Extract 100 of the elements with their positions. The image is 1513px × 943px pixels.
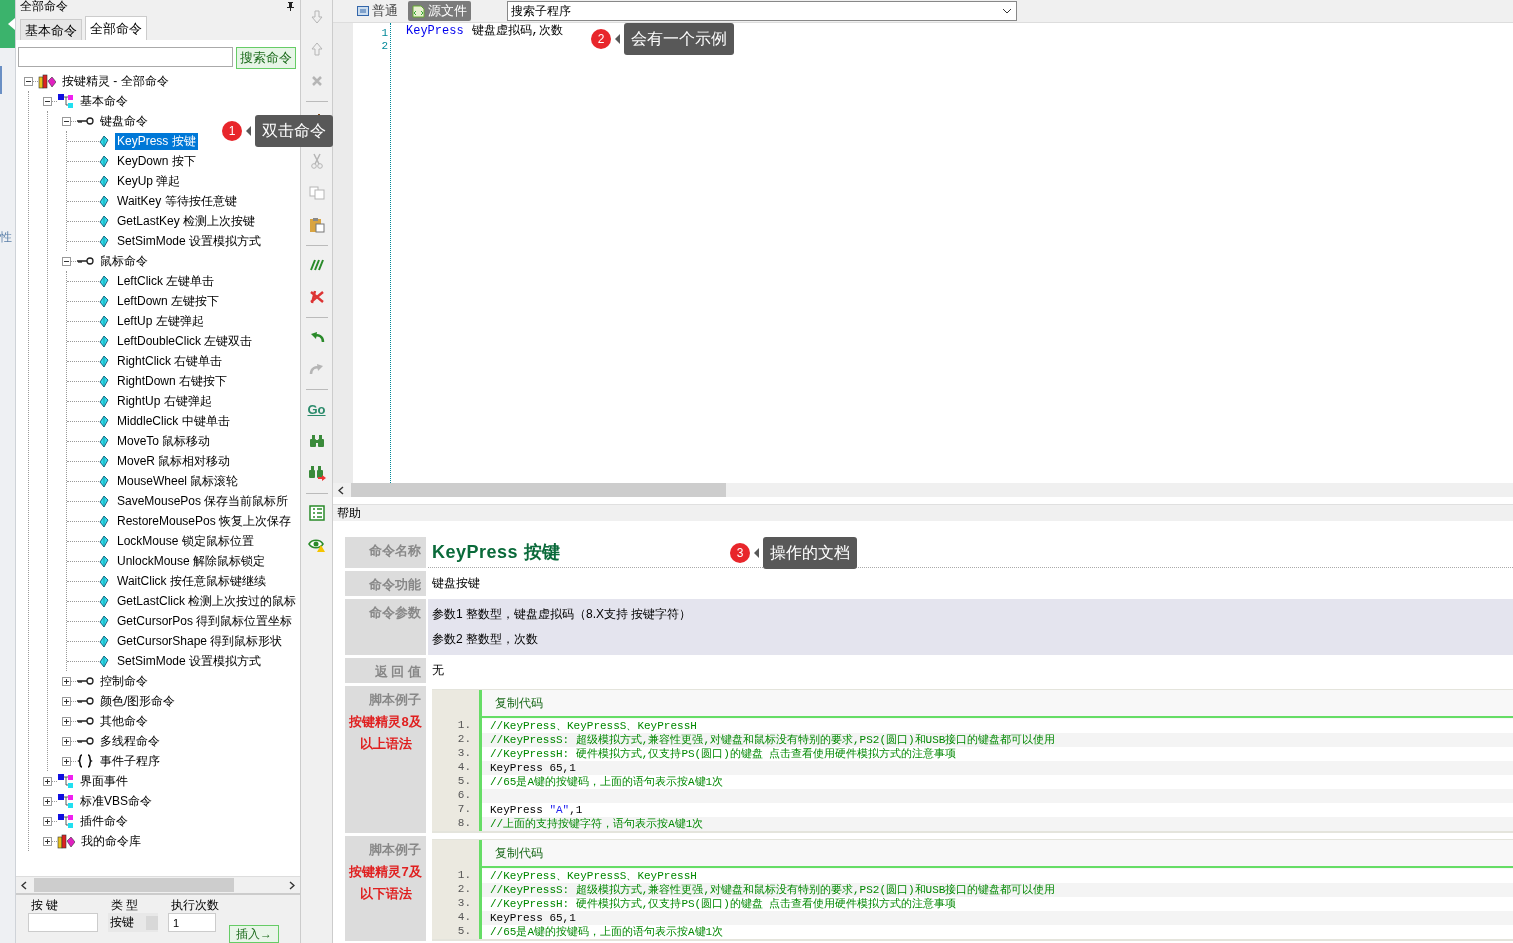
- tree-item[interactable]: MouseWheel 鼠标滚轮: [115, 472, 241, 490]
- tree-item[interactable]: 基本命令: [78, 92, 130, 110]
- tree-item[interactable]: RightDown 右键按下: [115, 372, 230, 390]
- tree-item[interactable]: LeftDown 左键按下: [115, 292, 222, 310]
- collapse-toggle-icon[interactable]: [62, 116, 71, 126]
- tree-item[interactable]: MoveTo 鼠标移动: [115, 432, 213, 450]
- tree-item[interactable]: 界面事件: [78, 772, 130, 790]
- scroll-left-icon[interactable]: [21, 880, 27, 890]
- scrollbar-thumb[interactable]: [34, 878, 234, 892]
- syntax-note: 按键精灵8及以上语法: [348, 713, 423, 753]
- diamond-icon: [99, 594, 109, 608]
- cross-icon[interactable]: [308, 290, 325, 304]
- go-button[interactable]: Go: [307, 401, 326, 417]
- expand-toggle-icon[interactable]: [43, 816, 52, 826]
- tree-item[interactable]: MoveR 鼠标相对移动: [115, 452, 233, 470]
- tree-item[interactable]: GetLastClick 检测上次按过的鼠标: [115, 592, 299, 610]
- blocks-icon: [57, 813, 74, 829]
- diamond-icon: [99, 514, 109, 528]
- view-tab[interactable]: 源文件: [408, 1, 471, 21]
- chevron-down-icon[interactable]: [1002, 8, 1012, 14]
- scroll-left-icon[interactable]: [338, 485, 344, 495]
- expand-toggle-icon[interactable]: [62, 696, 71, 706]
- source-file-icon: [412, 4, 425, 18]
- panel-title: 全部命令: [20, 0, 68, 13]
- tree-item[interactable]: 颜色/图形命令: [98, 692, 178, 710]
- tree-item[interactable]: RightUp 右键弹起: [115, 392, 214, 410]
- expand-toggle-icon[interactable]: [62, 676, 71, 686]
- eye-warning-icon[interactable]: [307, 537, 326, 553]
- expand-toggle-icon[interactable]: [62, 716, 71, 726]
- tree-item[interactable]: 事件子程序: [98, 752, 162, 770]
- tree-item[interactable]: RestoreMousePos 恢复上次保存: [115, 512, 294, 530]
- diamond-icon: [99, 154, 109, 168]
- line-number: 8.: [456, 816, 472, 830]
- line-number: 7.: [456, 802, 472, 816]
- tree-item[interactable]: WaitClick 按任意鼠标键继续: [115, 572, 268, 590]
- expand-toggle-icon[interactable]: [62, 756, 71, 766]
- code-token: 键盘虚拟码,次数: [471, 25, 563, 38]
- tree-item[interactable]: 标准VBS命令: [78, 792, 154, 810]
- tree-item[interactable]: KeyUp 弹起: [115, 172, 183, 190]
- search-button[interactable]: 搜索命令: [236, 47, 296, 69]
- binoculars-arrow-icon[interactable]: [307, 465, 326, 481]
- view-tab[interactable]: 普通: [353, 1, 402, 21]
- diamond-icon: [99, 394, 109, 408]
- tree-item[interactable]: 其他命令: [98, 712, 150, 730]
- braces-icon: [76, 753, 94, 769]
- scrollbar-thumb[interactable]: [351, 483, 726, 497]
- field-label: 返 回 值: [345, 658, 426, 683]
- callout-tooltip: 会有一个示例: [624, 23, 734, 55]
- diamond-icon: [99, 454, 109, 468]
- tree-item[interactable]: 按键精灵 - 全部命令: [60, 72, 171, 90]
- tooltip-pointer-icon: [246, 126, 251, 136]
- tree-item[interactable]: GetCursorShape 得到鼠标形状: [115, 632, 285, 650]
- blocks-icon: [57, 93, 74, 109]
- binoculars-icon[interactable]: [308, 434, 325, 448]
- pin-icon[interactable]: [287, 2, 294, 11]
- tree-item[interactable]: LeftClick 左键单击: [115, 272, 217, 290]
- expand-toggle-icon[interactable]: [43, 776, 52, 786]
- search-field[interactable]: [18, 47, 233, 67]
- tree-item[interactable]: GetCursorPos 得到鼠标位置坐标: [115, 612, 295, 630]
- clipboard-icon[interactable]: [308, 217, 325, 233]
- type-dropdown[interactable]: 按键: [108, 913, 158, 932]
- tree-item[interactable]: SetSimMode 设置模拟方式: [115, 232, 264, 250]
- field-label: 命令参数: [345, 599, 426, 655]
- tree-item[interactable]: GetLastKey 检测上次按键: [115, 212, 258, 230]
- scroll-right-icon[interactable]: [289, 880, 295, 890]
- procedure-dropdown[interactable]: 搜索子程序: [507, 1, 1017, 21]
- tree-item[interactable]: LeftUp 左键弹起: [115, 312, 206, 330]
- field-value: 键盘按键: [432, 575, 481, 592]
- diamond-icon: [99, 434, 109, 448]
- tree-item[interactable]: 插件命令: [78, 812, 130, 830]
- tree-item[interactable]: WaitKey 等待按任意键: [115, 192, 239, 210]
- tree-item[interactable]: SetSimMode 设置模拟方式: [115, 652, 264, 670]
- books-icon: [38, 73, 56, 89]
- expand-toggle-icon[interactable]: [62, 736, 71, 746]
- panel-tab[interactable]: 全部命令: [85, 16, 147, 40]
- tree-item[interactable]: LockMouse 锁定鼠标位置: [115, 532, 256, 550]
- slashes-icon[interactable]: [309, 258, 324, 272]
- input-field[interactable]: 1: [168, 913, 216, 932]
- tree-item[interactable]: SaveMousePos 保存当前鼠标所: [115, 492, 291, 510]
- list-icon[interactable]: [308, 505, 325, 521]
- panel-tab[interactable]: 基本命令: [20, 19, 82, 40]
- collapse-toggle-icon[interactable]: [43, 96, 52, 106]
- tree-item[interactable]: 控制命令: [98, 672, 150, 690]
- diamond-icon: [99, 314, 109, 328]
- tree-item[interactable]: 多线程命令: [98, 732, 162, 750]
- insert-button[interactable]: 插入→: [229, 925, 279, 943]
- tree-item[interactable]: KeyPress 按键: [115, 132, 198, 150]
- collapse-toggle-icon[interactable]: [24, 76, 33, 86]
- tree-item[interactable]: KeyDown 按下: [115, 152, 198, 170]
- tree-item[interactable]: 键盘命令: [98, 112, 150, 130]
- expand-toggle-icon[interactable]: [43, 836, 52, 846]
- tree-item[interactable]: RightClick 右键单击: [115, 352, 225, 370]
- tree-item[interactable]: 我的命令库: [79, 832, 143, 850]
- expand-toggle-icon[interactable]: [43, 796, 52, 806]
- tree-item[interactable]: LeftDoubleClick 左键双击: [115, 332, 255, 350]
- tree-item[interactable]: MiddleClick 中键单击: [115, 412, 232, 430]
- input-field[interactable]: [28, 913, 98, 932]
- tree-item[interactable]: UnlockMouse 解除鼠标锁定: [115, 552, 268, 570]
- collapse-toggle-icon[interactable]: [62, 256, 71, 266]
- tree-item[interactable]: 鼠标命令: [98, 252, 150, 270]
